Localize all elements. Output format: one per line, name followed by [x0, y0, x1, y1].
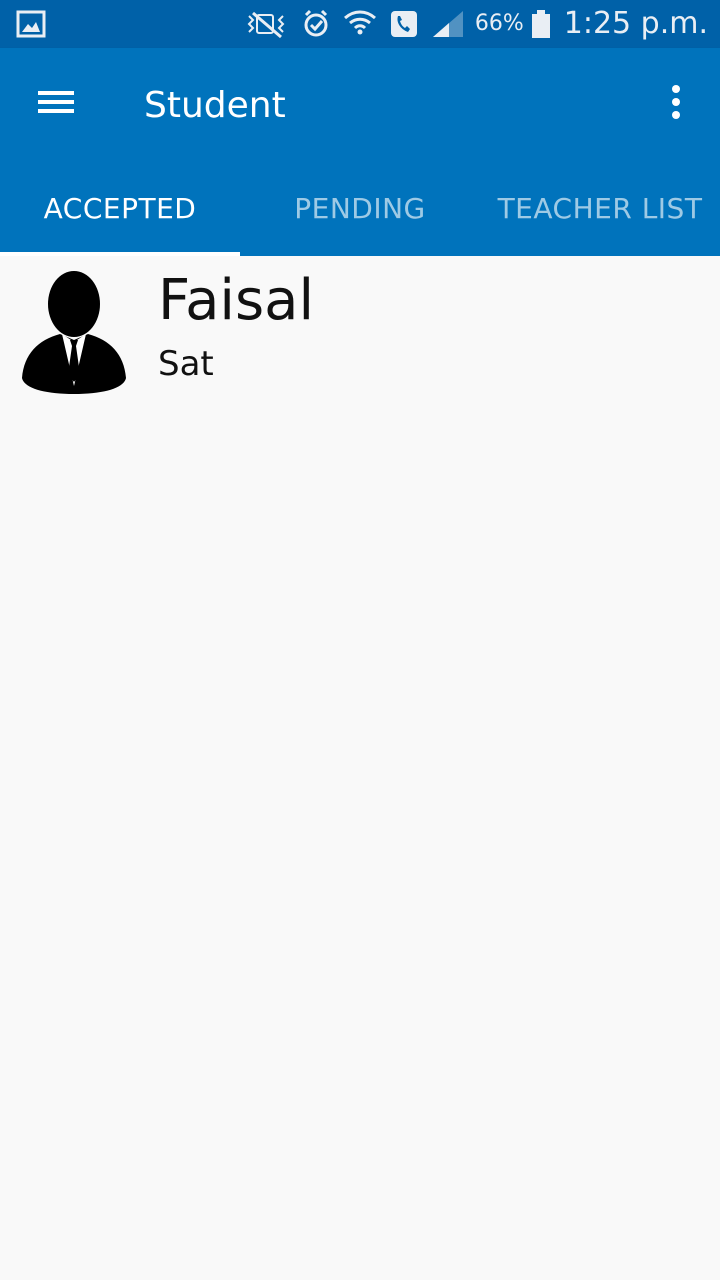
page-title: Student — [144, 85, 286, 126]
tab-accepted[interactable]: ACCEPTED — [0, 160, 240, 256]
list-item-subtitle: Sat — [158, 344, 214, 384]
call-icon — [389, 9, 419, 39]
hamburger-icon — [36, 87, 76, 121]
list-item-title: Faisal — [158, 268, 314, 333]
signal-icon — [431, 9, 465, 39]
overflow-menu-button[interactable] — [648, 74, 704, 134]
more-vertical-icon — [670, 84, 682, 124]
app-bar: Student ACCEPTED PENDING TEACHER LIST — [0, 48, 720, 256]
clock: 1:25 p.m. — [563, 6, 708, 41]
status-bar: 66% 1:25 p.m. — [0, 0, 720, 48]
menu-button[interactable] — [26, 74, 86, 134]
tab-label: PENDING — [294, 191, 426, 225]
status-icons: 66% 1:25 p.m. — [231, 0, 708, 48]
tab-bar: ACCEPTED PENDING TEACHER LIST — [0, 160, 720, 256]
list-item[interactable]: Faisal Sat — [0, 256, 720, 402]
tab-pending[interactable]: PENDING — [240, 160, 480, 256]
battery-percent: 66% — [474, 11, 524, 36]
tab-label: TEACHER LIST — [497, 191, 703, 225]
content-area: Faisal Sat — [0, 256, 720, 1280]
battery-icon — [530, 9, 552, 39]
alarm-icon — [301, 9, 331, 39]
tab-label: ACCEPTED — [43, 191, 197, 225]
wifi-icon — [343, 9, 377, 39]
tab-teacher-list[interactable]: TEACHER LIST — [480, 160, 720, 256]
vibrate-off-icon — [243, 9, 289, 39]
person-avatar-icon — [20, 266, 128, 396]
gallery-icon — [16, 9, 46, 39]
